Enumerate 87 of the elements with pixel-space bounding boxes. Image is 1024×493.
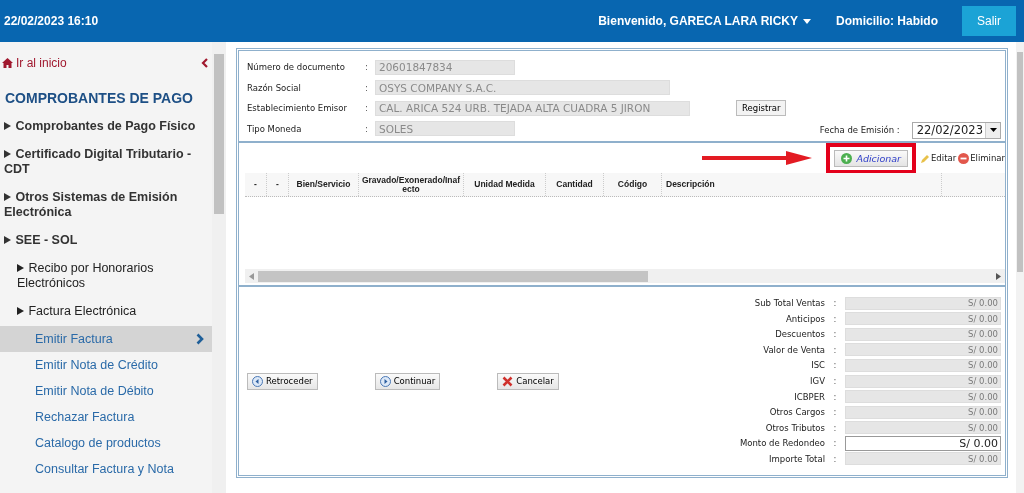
colon: : bbox=[832, 407, 838, 418]
total-label: Importe Total bbox=[769, 453, 825, 464]
delete-link[interactable]: Eliminar bbox=[958, 152, 1005, 164]
menu-item[interactable]: SEE - SOL bbox=[0, 227, 212, 255]
pencil-icon bbox=[921, 153, 930, 163]
menu-item[interactable]: Factura Electrónica bbox=[0, 298, 212, 326]
horizontal-scrollbar[interactable] bbox=[245, 269, 1005, 283]
menu-item[interactable]: Comprobantes de Pago Físico bbox=[0, 113, 212, 141]
register-button[interactable]: Registrar bbox=[736, 100, 787, 117]
column-header[interactable]: Cantidad bbox=[546, 173, 604, 196]
dropdown-icon bbox=[989, 128, 997, 132]
colon: : bbox=[832, 438, 838, 449]
colon: : bbox=[832, 391, 838, 402]
action-button[interactable]: Retroceder bbox=[247, 372, 318, 390]
menu-item[interactable]: Recibo por Honorarios Electrónicos bbox=[0, 255, 212, 298]
column-header[interactable]: Descripción bbox=[662, 173, 942, 196]
domicile-status: Domicilio: Habido bbox=[836, 14, 938, 28]
plus-icon bbox=[841, 152, 853, 164]
submenu-link[interactable]: Rechazar Factura bbox=[0, 404, 212, 430]
column-header[interactable]: Gravado/Exonerado/Inafecto bbox=[359, 173, 464, 196]
section-heading: COMPROBANTES DE PAGO bbox=[4, 89, 194, 108]
menu-item[interactable]: Certificado Digital Tributario - CDT bbox=[0, 141, 212, 184]
forward-icon bbox=[379, 375, 391, 387]
colon: : bbox=[832, 298, 838, 309]
scroll-left-icon[interactable] bbox=[249, 272, 254, 280]
home-link[interactable]: Ir al inicio bbox=[2, 56, 67, 70]
colon: : bbox=[832, 313, 838, 324]
total-label: ICBPER bbox=[794, 391, 825, 402]
date-time: 22/02/2023 16:10 bbox=[4, 14, 99, 28]
column-header[interactable]: - bbox=[245, 173, 267, 196]
amount-field[interactable]: S/ 0.00 bbox=[845, 435, 1001, 451]
submenu-link[interactable]: Consultar Factura y Nota bbox=[0, 456, 212, 482]
page-scrollbar[interactable] bbox=[1016, 42, 1024, 493]
total-label: Valor de Venta bbox=[763, 344, 825, 355]
action-button[interactable]: Cancelar bbox=[497, 372, 559, 390]
total-label: Otros Cargos bbox=[769, 407, 825, 418]
total-label: Anticipos bbox=[786, 313, 825, 324]
date-label: Fecha de Emisión : bbox=[819, 125, 900, 135]
colon: : bbox=[365, 123, 369, 134]
back-icon bbox=[252, 375, 263, 387]
colon: : bbox=[832, 376, 838, 386]
submenu-link[interactable]: Emitir Factura bbox=[0, 326, 212, 352]
triangle-icon bbox=[4, 193, 11, 201]
triangle-icon bbox=[4, 122, 11, 130]
column-header[interactable]: Unidad Medida bbox=[464, 173, 546, 196]
column-header[interactable]: - bbox=[267, 173, 289, 196]
colon: : bbox=[365, 103, 369, 114]
total-label: ISC bbox=[811, 360, 825, 371]
colon: : bbox=[832, 453, 838, 464]
triangle-icon bbox=[17, 264, 24, 272]
colon: : bbox=[832, 360, 838, 371]
home-icon bbox=[2, 58, 13, 68]
total-label: Otros Tributos bbox=[765, 422, 825, 433]
action-button[interactable]: Continuar bbox=[374, 372, 441, 390]
colon: : bbox=[832, 329, 838, 340]
triangle-icon bbox=[4, 150, 11, 158]
colon: : bbox=[832, 422, 838, 433]
caret-icon bbox=[803, 19, 811, 24]
close-icon bbox=[502, 375, 514, 387]
chevron-icon bbox=[196, 333, 204, 345]
add-button[interactable]: Adicionar bbox=[834, 149, 908, 167]
submenu-link[interactable]: Emitir Nota de Débito bbox=[0, 378, 212, 404]
column-header[interactable]: Código bbox=[604, 173, 662, 196]
edit-link[interactable]: Editar bbox=[921, 153, 957, 163]
column-header[interactable]: Bien/Servicio bbox=[289, 173, 359, 196]
field-label: Número de documento bbox=[247, 62, 346, 73]
submenu-link[interactable]: Emitir Nota de Crédito bbox=[0, 352, 212, 378]
total-label: Monto de Redondeo bbox=[739, 438, 825, 449]
total-label: IGV bbox=[810, 376, 825, 386]
colon: : bbox=[365, 62, 369, 73]
colon: : bbox=[365, 82, 369, 93]
collapse-icon[interactable] bbox=[201, 58, 208, 68]
menu-item[interactable]: Otros Sistemas de Emisión Electrónica bbox=[0, 184, 212, 227]
total-label: Descuentos bbox=[775, 329, 825, 340]
field-label: Tipo Moneda bbox=[247, 123, 303, 134]
user-menu[interactable]: Bienvenido, GARECA LARA RICKY bbox=[598, 14, 811, 28]
field-label: Razón Social bbox=[247, 82, 302, 93]
triangle-icon bbox=[17, 307, 24, 315]
submenu-link[interactable]: Catalogo de productos bbox=[0, 430, 212, 456]
sidebar-scrollbar[interactable] bbox=[212, 42, 226, 493]
field-label: Establecimiento Emisor bbox=[247, 103, 348, 114]
minus-icon bbox=[958, 152, 970, 164]
scroll-right-icon[interactable] bbox=[996, 272, 1001, 280]
triangle-icon bbox=[4, 236, 11, 244]
date-picker[interactable]: 22/02/2023 bbox=[911, 121, 1001, 139]
colon: : bbox=[832, 344, 838, 355]
total-label: Sub Total Ventas bbox=[754, 298, 825, 309]
